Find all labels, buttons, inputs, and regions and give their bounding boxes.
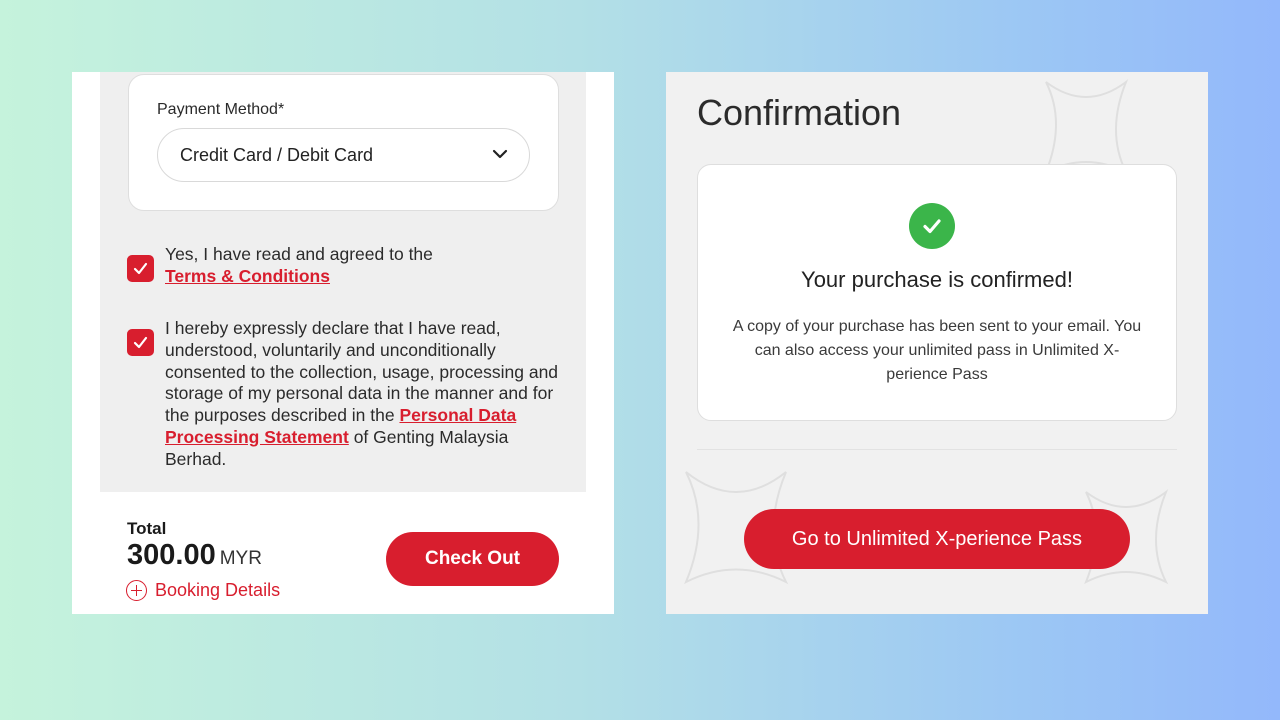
- terms-link[interactable]: Terms & Conditions: [165, 266, 330, 286]
- total-value: 300.00: [127, 539, 216, 571]
- checkmark-icon: [133, 262, 148, 275]
- payment-method-label: Payment Method*: [157, 101, 285, 118]
- terms-text: Yes, I have read and agreed to the: [165, 244, 433, 264]
- confirmation-screen: Confirmation Your purchase is confirmed!…: [666, 72, 1208, 614]
- plus-circle-icon: [126, 580, 147, 601]
- terms-checkbox[interactable]: [127, 255, 154, 282]
- payment-method-select[interactable]: Credit Card / Debit Card: [157, 128, 530, 182]
- chevron-down-icon: [492, 149, 508, 159]
- total-currency: MYR: [219, 548, 262, 569]
- data-consent-row: I hereby expressly declare that I have r…: [127, 318, 560, 471]
- checkout-screen: Payment Method* Credit Card / Debit Card…: [72, 72, 614, 614]
- data-consent-checkbox[interactable]: [127, 329, 154, 356]
- divider: [697, 449, 1177, 450]
- payment-method-value: Credit Card / Debit Card: [180, 145, 374, 165]
- confirmation-message: A copy of your purchase has been sent to…: [732, 318, 1142, 383]
- confirmation-heading: Your purchase is confirmed!: [801, 267, 1073, 292]
- confirmation-card: Your purchase is confirmed! A copy of yo…: [697, 164, 1177, 421]
- payment-method-card: Payment Method* Credit Card / Debit Card: [128, 74, 559, 211]
- booking-details-link[interactable]: Booking Details: [126, 580, 280, 601]
- total-label: Total: [127, 519, 167, 538]
- terms-consent-row: Yes, I have read and agreed to the Terms…: [127, 244, 560, 288]
- go-to-pass-button[interactable]: Go to Unlimited X-perience Pass: [744, 509, 1130, 569]
- checkmark-icon: [133, 336, 148, 349]
- booking-details-label: Booking Details: [155, 580, 281, 600]
- page-title: Confirmation: [697, 92, 902, 133]
- checkout-button[interactable]: Check Out: [386, 532, 559, 586]
- data-consent-text-block: I hereby expressly declare that I have r…: [165, 318, 560, 471]
- success-check-icon: [909, 203, 955, 249]
- terms-text-block: Yes, I have read and agreed to the Terms…: [165, 244, 560, 288]
- total-amount: 300.00 MYR: [127, 539, 262, 572]
